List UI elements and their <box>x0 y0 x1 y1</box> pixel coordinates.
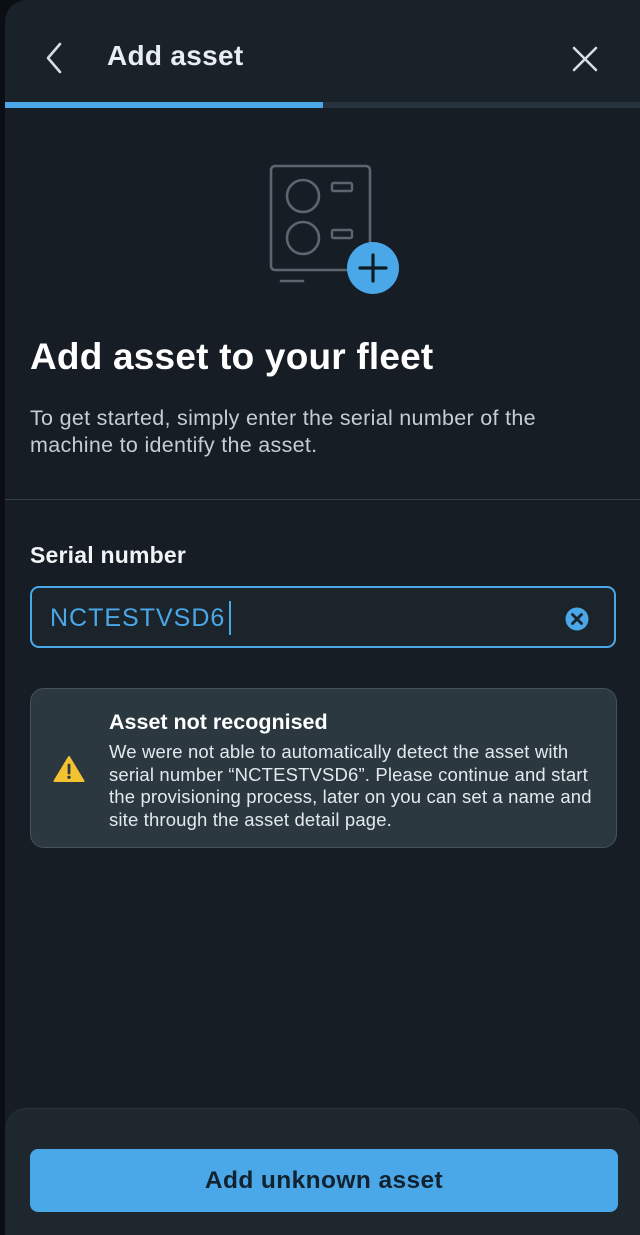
page-header-title: Add asset <box>107 40 244 71</box>
serial-number-field[interactable] <box>30 586 616 648</box>
step-progress-fill <box>5 102 323 108</box>
intro-text: To get started, simply enter the serial … <box>30 406 536 457</box>
back-button[interactable] <box>40 40 70 76</box>
step-progress-bar <box>5 102 640 108</box>
chevron-left-icon <box>46 42 62 74</box>
divider <box>5 499 640 500</box>
serial-number-label: Serial number <box>30 542 186 568</box>
close-button[interactable] <box>567 41 603 77</box>
close-icon <box>572 46 598 72</box>
alert-message: We were not able to automatically detect… <box>109 741 592 830</box>
top-bar: Add asset <box>5 0 640 102</box>
clear-icon <box>565 607 589 631</box>
page-title: Add asset to your fleet <box>30 336 434 377</box>
asset-not-recognised-alert: Asset not recognised We were not able to… <box>30 688 617 848</box>
machine-add-icon <box>265 160 405 300</box>
text-cursor <box>229 601 231 635</box>
warning-icon <box>53 755 85 783</box>
add-unknown-asset-button[interactable]: Add unknown asset <box>30 1149 618 1212</box>
serial-number-input[interactable] <box>50 596 550 640</box>
app-screen: Add asset Add asset to your fleet To get… <box>5 0 640 1235</box>
alert-title: Asset not recognised <box>109 710 328 734</box>
clear-input-button[interactable] <box>565 607 589 631</box>
